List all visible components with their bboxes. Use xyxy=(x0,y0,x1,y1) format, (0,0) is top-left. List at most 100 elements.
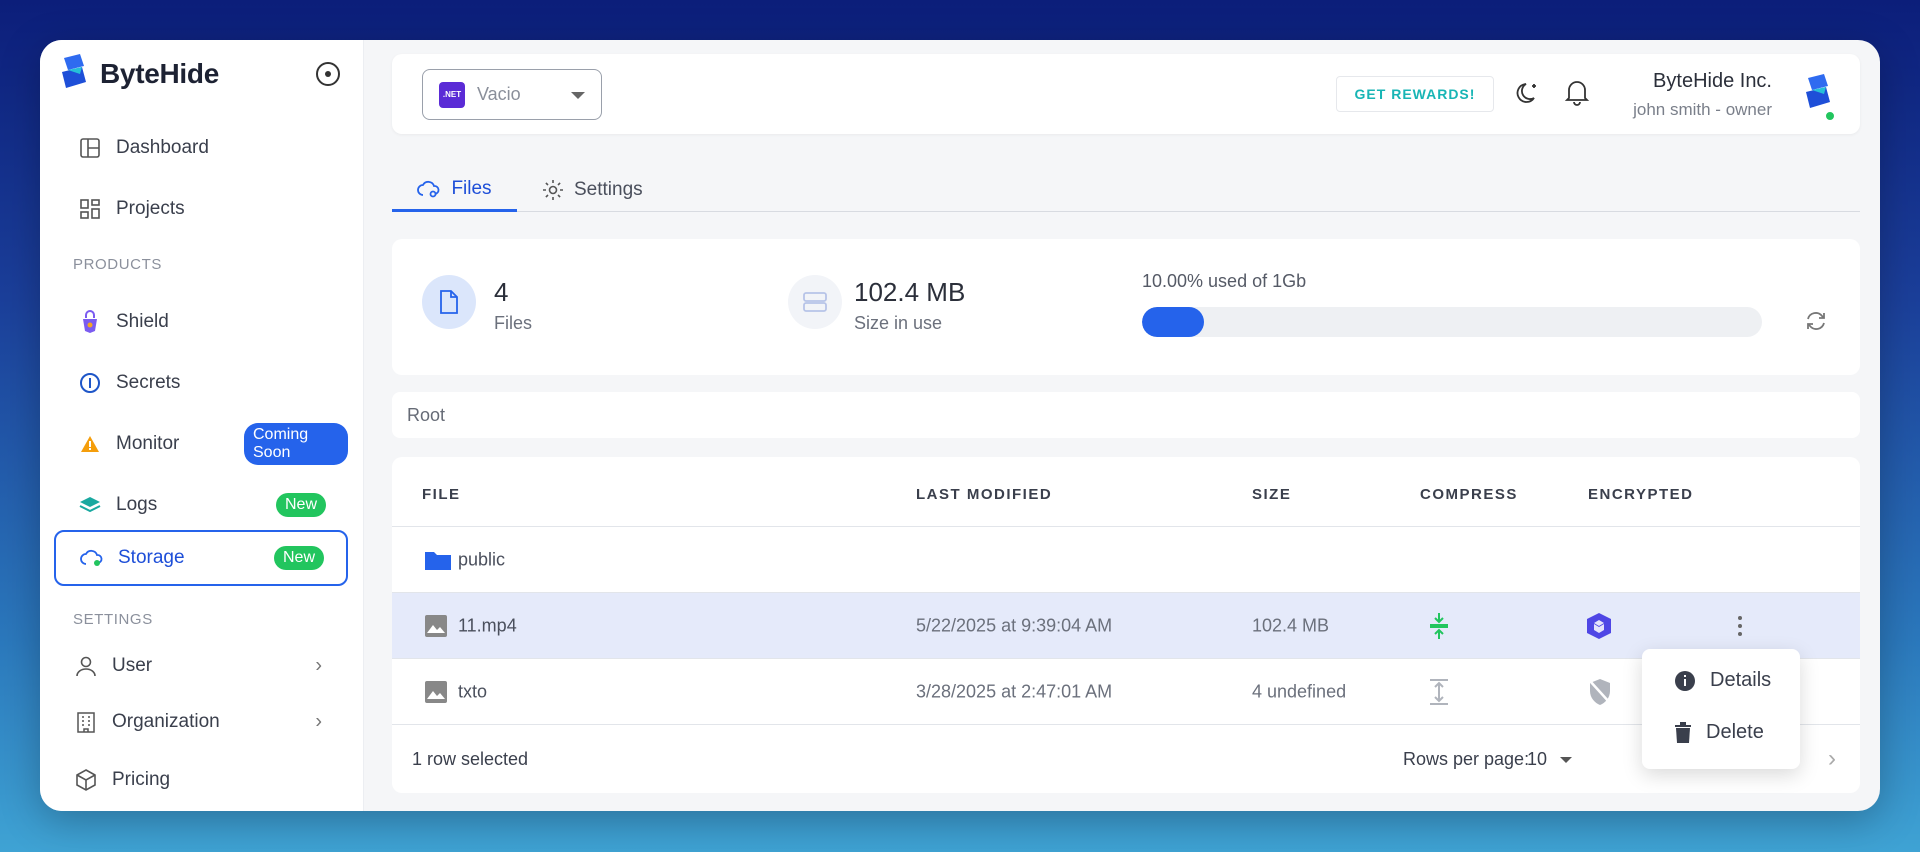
sidebar-item-label: Logs xyxy=(116,494,158,515)
sidebar-item-dashboard[interactable]: Dashboard xyxy=(54,120,348,176)
sidebar-item-shield[interactable]: Shield xyxy=(54,294,348,350)
new-badge: New xyxy=(273,546,324,570)
products-section-label: PRODUCTS xyxy=(73,256,162,273)
tabs: Files Settings xyxy=(392,168,1860,212)
sidebar-item-logs[interactable]: Logs New xyxy=(54,477,348,533)
files-table: FILE LAST MODIFIED SIZE COMPRESS ENCRYPT… xyxy=(392,457,1860,793)
table-row[interactable]: 11.mp4 5/22/2025 at 9:39:04 AM 102.4 MB xyxy=(392,593,1860,659)
project-selector[interactable]: .NET Vacio xyxy=(422,69,602,120)
rows-per-page-label: Rows per page: xyxy=(1403,749,1530,769)
table-header: FILE LAST MODIFIED SIZE COMPRESS ENCRYPT… xyxy=(392,457,1860,527)
sidebar-item-label: Secrets xyxy=(116,372,181,393)
image-file-icon xyxy=(425,614,447,637)
breadcrumb-root[interactable]: Root xyxy=(407,405,445,426)
sidebar-item-label: Monitor xyxy=(116,433,180,454)
menu-item-label: Details xyxy=(1710,669,1772,691)
sidebar-item-projects[interactable]: Projects xyxy=(54,181,348,237)
last-modified: 5/22/2025 at 9:39:04 AM xyxy=(916,615,1113,635)
folder-icon xyxy=(425,551,451,570)
project-name: Vacio xyxy=(477,84,521,104)
usage-label: 10.00% used of 1Gb xyxy=(1142,271,1307,291)
tab-settings[interactable]: Settings xyxy=(542,168,643,212)
cloud-storage-icon xyxy=(80,546,104,570)
column-header-last-modified[interactable]: LAST MODIFIED xyxy=(916,486,1052,503)
table-row[interactable]: txto 3/28/2025 at 2:47:01 AM 4 undefined xyxy=(392,659,1860,725)
column-header-compress[interactable]: COMPRESS xyxy=(1420,486,1518,503)
table-row[interactable]: public xyxy=(392,527,1860,593)
next-page-chevron-icon[interactable]: › xyxy=(1828,745,1836,773)
sidebar-item-organization[interactable]: Organization › xyxy=(54,694,348,750)
top-bar: .NET Vacio GET REWARDS! ByteHide Inc. jo… xyxy=(392,54,1860,134)
sidebar-item-secrets[interactable]: Secrets xyxy=(54,355,348,411)
dotnet-icon: .NET xyxy=(439,81,465,108)
size-in-use-value: 102.4 MB xyxy=(854,277,966,307)
sidebar-item-label: Storage xyxy=(118,547,185,568)
rows-per-page-select[interactable]: 10 xyxy=(1527,749,1547,770)
secrets-key-icon xyxy=(78,371,102,395)
usage-progress-fill xyxy=(1142,307,1204,337)
file-icon xyxy=(440,290,458,314)
size-in-use-label: Size in use xyxy=(854,313,943,333)
file-name: 11.mp4 xyxy=(458,615,517,635)
caret-down-icon xyxy=(571,92,585,99)
table-footer: 1 row selected Rows per page: 10 › xyxy=(392,725,1860,793)
column-header-file[interactable]: FILE xyxy=(422,486,461,503)
file-name: txto xyxy=(458,681,488,701)
notifications-bell-icon[interactable] xyxy=(1564,78,1590,111)
app-window: ByteHide Dashboard Projects PRODUCTS Shi… xyxy=(40,40,1880,811)
cloud-icon xyxy=(417,180,440,197)
settings-section-label: SETTINGS xyxy=(73,611,153,628)
sidebar-item-label: Dashboard xyxy=(116,137,209,158)
sidebar-item-storage[interactable]: Storage New xyxy=(54,530,348,586)
column-header-encrypted[interactable]: ENCRYPTED xyxy=(1588,486,1693,503)
current-user-role: john smith - owner xyxy=(1633,100,1772,119)
last-modified: 3/28/2025 at 2:47:01 AM xyxy=(916,681,1113,701)
file-size: 4 undefined xyxy=(1252,681,1347,701)
sidebar-item-user[interactable]: User › xyxy=(54,638,348,694)
shield-lock-icon xyxy=(78,310,102,334)
sidebar-item-label: Pricing xyxy=(112,769,171,790)
projects-icon xyxy=(78,197,102,221)
menu-item-details[interactable]: Details xyxy=(1674,669,1771,692)
shield-off-icon xyxy=(1589,678,1611,705)
sidebar-item-pricing[interactable]: Pricing xyxy=(54,752,348,808)
pricing-box-icon xyxy=(74,768,98,792)
column-header-size[interactable]: SIZE xyxy=(1252,486,1291,503)
expand-icon xyxy=(1430,678,1448,705)
bytehide-logo-icon xyxy=(62,54,86,88)
files-count: 4 xyxy=(494,277,509,307)
organization-name: ByteHide Inc. xyxy=(1653,70,1772,92)
sidebar-item-label: User xyxy=(112,655,153,676)
compress-icon xyxy=(1430,612,1448,639)
warning-icon xyxy=(78,432,102,456)
user-icon xyxy=(74,654,98,678)
storage-stats-card: 4 Files 102.4 MB Size in use 10.00% used… xyxy=(392,239,1860,375)
dark-mode-moon-icon[interactable] xyxy=(1514,80,1542,113)
sidebar: ByteHide Dashboard Projects PRODUCTS Shi… xyxy=(40,40,364,811)
files-label: Files xyxy=(494,313,533,333)
encrypted-cube-icon xyxy=(1587,612,1611,639)
storage-server-icon xyxy=(803,292,827,312)
row-actions-menu-button[interactable] xyxy=(1738,615,1742,636)
tab-files[interactable]: Files xyxy=(392,168,517,212)
refresh-icon[interactable] xyxy=(1804,309,1828,338)
dashboard-icon xyxy=(78,136,102,160)
sidebar-item-label: Projects xyxy=(116,198,185,219)
file-stat-icon-wrap xyxy=(422,275,476,329)
get-rewards-button[interactable]: GET REWARDS! xyxy=(1336,76,1494,112)
sidebar-item-monitor[interactable]: Monitor Coming Soon xyxy=(54,416,348,472)
tab-label: Files xyxy=(451,177,492,199)
sidebar-item-label: Shield xyxy=(116,311,169,332)
chevron-right-icon: › xyxy=(315,654,322,677)
tab-label: Settings xyxy=(574,179,643,200)
image-file-icon xyxy=(425,680,447,703)
menu-item-delete[interactable]: Delete xyxy=(1674,721,1764,744)
caret-down-icon[interactable] xyxy=(1560,757,1572,763)
logs-layers-icon xyxy=(78,493,102,517)
sidebar-item-label: Organization xyxy=(112,711,220,732)
sidebar-collapse-button[interactable] xyxy=(316,62,340,86)
brand[interactable]: ByteHide xyxy=(58,54,219,94)
online-status-indicator xyxy=(1824,110,1836,122)
menu-item-label: Delete xyxy=(1706,721,1764,743)
selection-count: 1 row selected xyxy=(412,749,529,769)
